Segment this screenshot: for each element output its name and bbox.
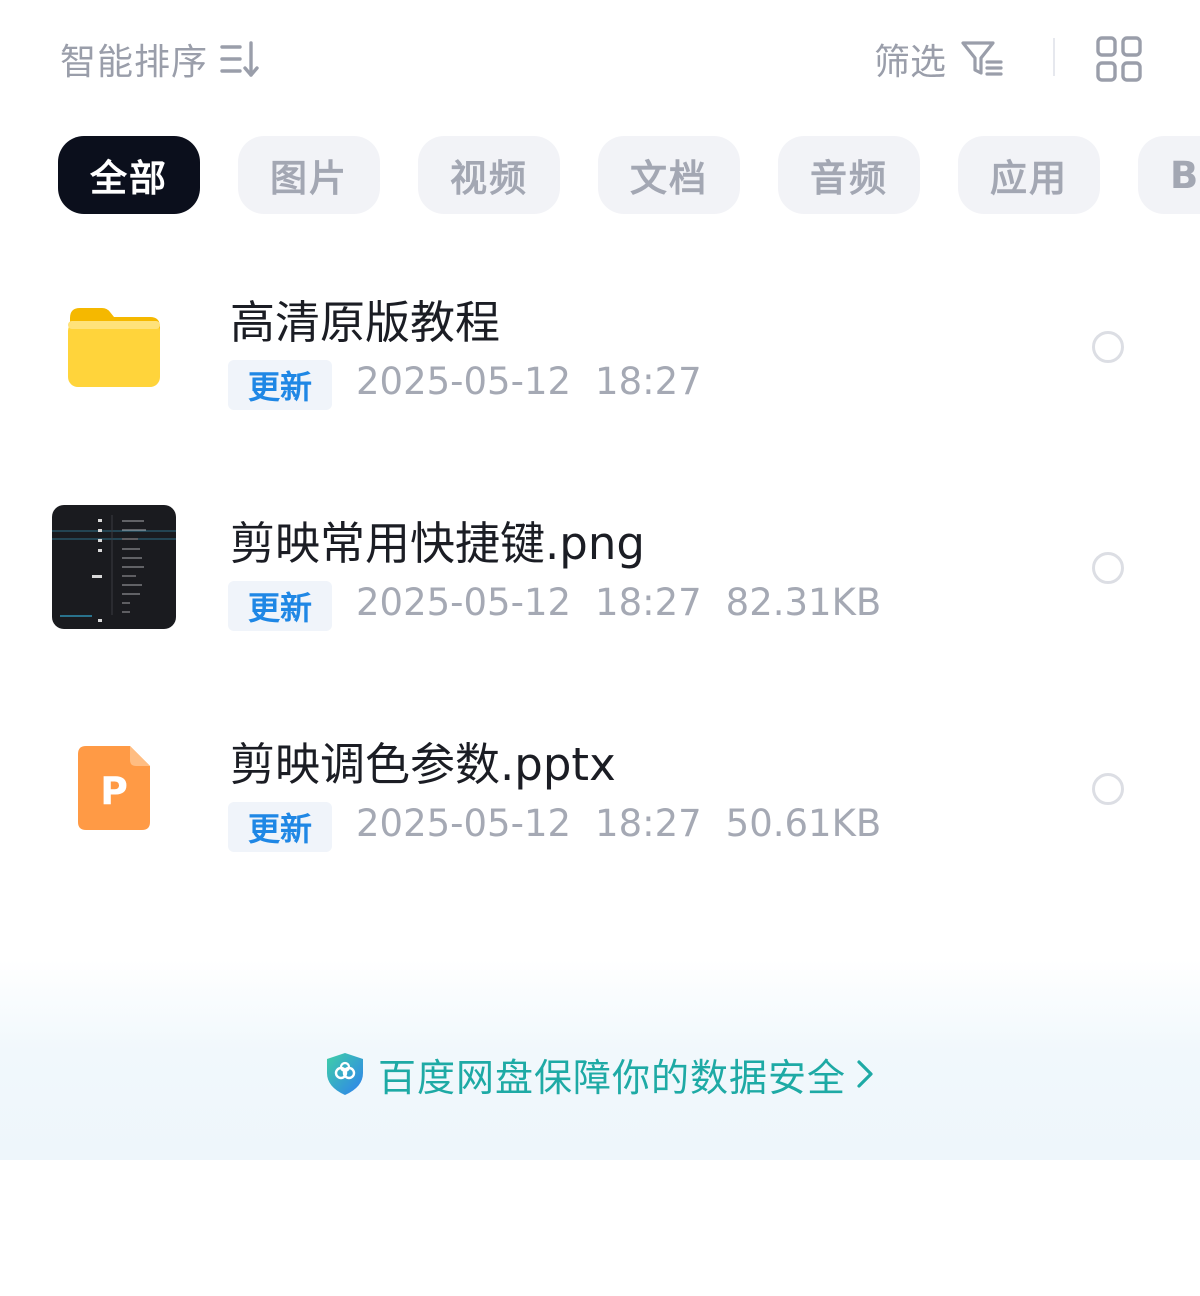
file-time: 18:27 (595, 581, 702, 624)
update-badge: 更新 (228, 360, 332, 410)
file-time: 18:27 (595, 360, 702, 403)
update-badge: 更新 (228, 581, 332, 631)
file-time: 18:27 (595, 802, 702, 845)
file-date: 2025-05-12 (356, 360, 572, 403)
file-meta: 2025-05-12 18:27 82.31KB (356, 581, 881, 624)
file-name: 剪映常用快捷键.png (230, 517, 645, 570)
tab-audio[interactable]: 音频 (778, 136, 920, 214)
file-row[interactable]: 剪映常用快捷键.png 更新 2025-05-12 18:27 82.31KB (0, 471, 1200, 671)
filter-icon (961, 41, 1003, 76)
toolbar-divider (1053, 38, 1055, 76)
file-size: 50.61KB (725, 802, 882, 845)
sort-button[interactable]: 智能排序 (60, 34, 262, 84)
file-date: 2025-05-12 (356, 581, 572, 624)
select-checkbox[interactable] (1092, 773, 1124, 805)
category-tabs: 全部 图片 视频 文档 音频 应用 BT (0, 136, 1200, 214)
filter-button[interactable]: 筛选 (874, 34, 1004, 84)
file-meta: 2025-05-12 18:27 (356, 360, 702, 403)
tab-all[interactable]: 全部 (58, 136, 200, 214)
tab-bt[interactable]: BT (1138, 136, 1200, 214)
update-badge: 更新 (228, 802, 332, 852)
select-checkbox[interactable] (1092, 331, 1124, 363)
tab-apps[interactable]: 应用 (958, 136, 1100, 214)
file-name: 剪映调色参数.pptx (230, 738, 616, 791)
sort-icon (220, 41, 259, 77)
pptx-letter: P (100, 769, 128, 813)
file-size: 82.31KB (725, 581, 882, 624)
folder-icon (68, 308, 160, 387)
toolbar: 智能排序 筛选 (0, 0, 1200, 116)
sort-label: 智能排序 (60, 42, 209, 83)
image-thumbnail (52, 505, 176, 629)
file-row[interactable]: P 剪映调色参数.pptx 更新 2025-05-12 18:27 50.61KB (0, 692, 1200, 892)
file-name: 高清原版教程 (230, 296, 501, 349)
pptx-icon: P (78, 746, 150, 830)
chevron-right-icon (857, 1060, 873, 1088)
select-checkbox[interactable] (1092, 552, 1124, 584)
file-meta: 2025-05-12 18:27 50.61KB (356, 802, 881, 845)
tab-images[interactable]: 图片 (238, 136, 380, 214)
shield-icon (326, 1053, 363, 1095)
file-date: 2025-05-12 (356, 802, 572, 845)
security-text: 百度网盘保障你的数据安全 (377, 1055, 846, 1100)
file-row[interactable]: 高清原版教程 更新 2025-05-12 18:27 (0, 250, 1200, 450)
security-link[interactable]: 百度网盘保障你的数据安全 (0, 1046, 1200, 1102)
grid-view-icon[interactable] (1096, 36, 1142, 82)
tab-documents[interactable]: 文档 (598, 136, 740, 214)
filter-label: 筛选 (874, 42, 947, 83)
tab-videos[interactable]: 视频 (418, 136, 560, 214)
